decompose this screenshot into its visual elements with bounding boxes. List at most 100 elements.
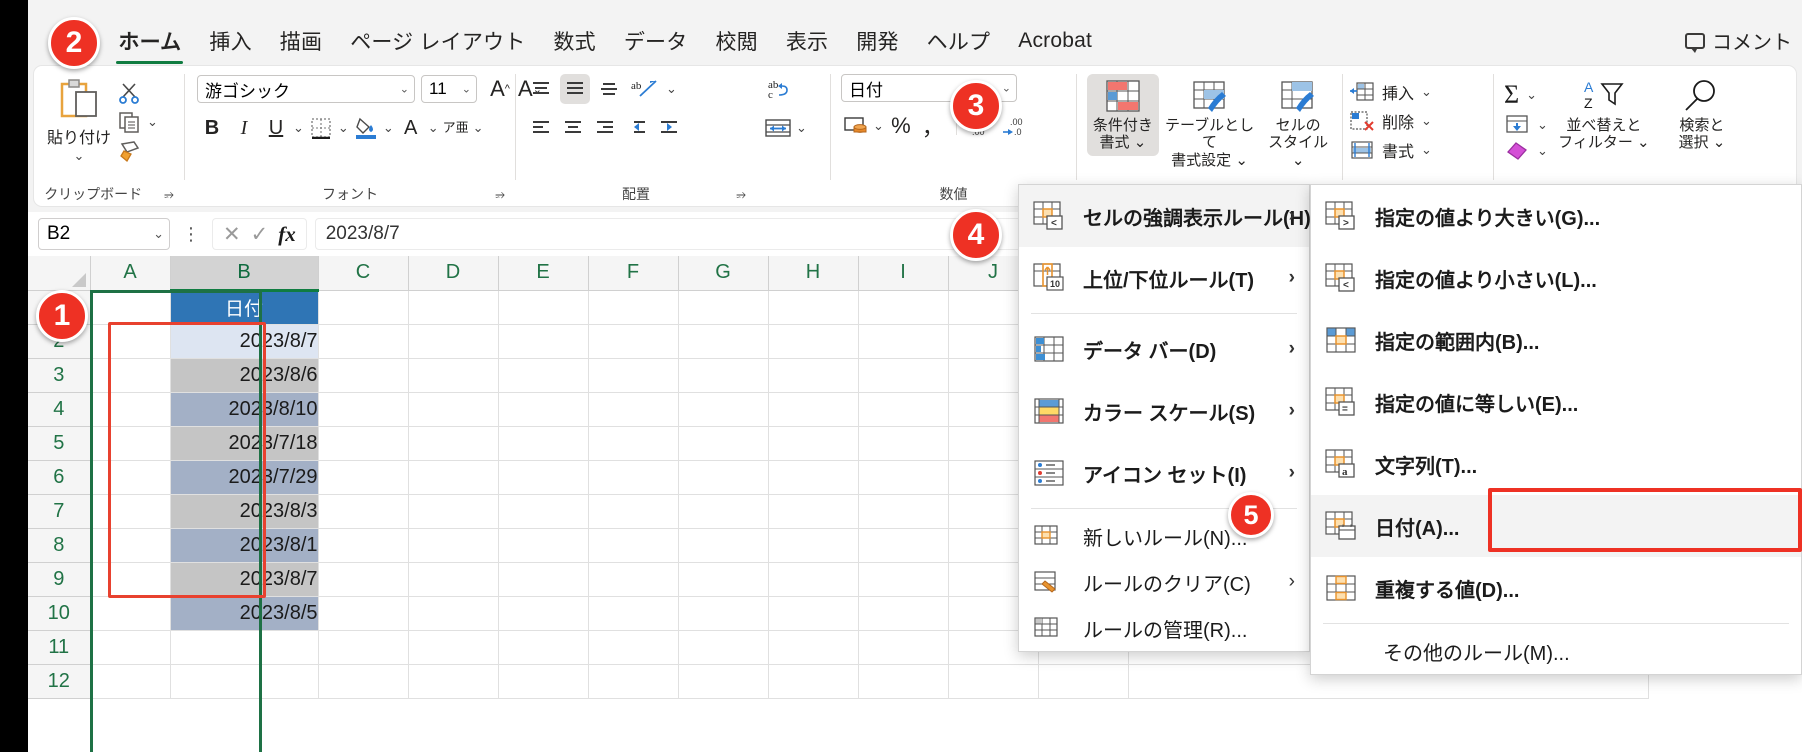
cell-I2[interactable] bbox=[858, 324, 949, 359]
cell-B9[interactable]: 2023/8/7 bbox=[170, 562, 319, 597]
menu-item-equal-to[interactable]: = 指定の値に等しい(E)... bbox=[1311, 371, 1801, 433]
cell-B4[interactable]: 2023/8/10 bbox=[170, 392, 319, 427]
clear-chevron-down-icon[interactable]: ⌄ bbox=[1537, 143, 1548, 159]
cell-C7[interactable] bbox=[318, 494, 409, 529]
cell-H6[interactable] bbox=[768, 460, 859, 495]
cell-C1[interactable] bbox=[318, 290, 409, 325]
enter-formula-icon[interactable]: ✓ bbox=[251, 222, 269, 247]
paste-chevron-down-icon[interactable]: ⌄ bbox=[74, 148, 85, 164]
cut-button[interactable] bbox=[118, 82, 158, 104]
menu-item-highlight-cells-rules[interactable]: < セルの強調表示ルール(H) › bbox=[1019, 185, 1311, 247]
tab-home[interactable]: ホーム bbox=[104, 22, 195, 64]
cell-F4[interactable] bbox=[588, 392, 679, 427]
cell-H10[interactable] bbox=[768, 596, 859, 631]
cell-F11[interactable] bbox=[588, 630, 679, 665]
cell-A1[interactable] bbox=[90, 290, 171, 325]
cell-D9[interactable] bbox=[408, 562, 499, 597]
cell-C2[interactable] bbox=[318, 324, 409, 359]
decrease-decimal-button[interactable]: .00 .0 bbox=[999, 111, 1031, 141]
cell-F8[interactable] bbox=[588, 528, 679, 563]
cell-A11[interactable] bbox=[90, 630, 171, 665]
cell-C10[interactable] bbox=[318, 596, 409, 631]
cell-A5[interactable] bbox=[90, 426, 171, 461]
cell-A12[interactable] bbox=[90, 664, 171, 699]
cell-E12[interactable] bbox=[498, 664, 589, 699]
cell-B2[interactable]: 2023/8/7 bbox=[170, 324, 319, 359]
row-header-4[interactable]: 4 bbox=[28, 392, 91, 427]
cell-I1[interactable] bbox=[858, 290, 949, 325]
format-as-table-button[interactable]: テーブルとして 書式設定 ⌄ bbox=[1165, 74, 1254, 169]
cell-G3[interactable] bbox=[678, 358, 769, 393]
insert-cells-button[interactable]: 挿入 ⌄ bbox=[1349, 80, 1432, 104]
tab-view[interactable]: 表示 bbox=[772, 22, 842, 62]
format-cells-button[interactable]: 書式 ⌄ bbox=[1349, 138, 1432, 162]
font-name-chevron-down-icon[interactable]: ⌄ bbox=[400, 83, 409, 96]
cell-C6[interactable] bbox=[318, 460, 409, 495]
cell-C9[interactable] bbox=[318, 562, 409, 597]
cell-F1[interactable] bbox=[588, 290, 679, 325]
cell-H8[interactable] bbox=[768, 528, 859, 563]
cell-E6[interactable] bbox=[498, 460, 589, 495]
cell-I8[interactable] bbox=[858, 528, 949, 563]
cell-I4[interactable] bbox=[858, 392, 949, 427]
row-header-8[interactable]: 8 bbox=[28, 528, 91, 563]
menu-item-duplicate-values[interactable]: 重複する値(D)... bbox=[1311, 557, 1801, 619]
cell-B6[interactable]: 2023/7/29 bbox=[170, 460, 319, 495]
cell-H5[interactable] bbox=[768, 426, 859, 461]
cell-E11[interactable] bbox=[498, 630, 589, 665]
cell-A10[interactable] bbox=[90, 596, 171, 631]
cell-H7[interactable] bbox=[768, 494, 859, 529]
phonetic-guide-button[interactable]: ア亜 bbox=[441, 113, 471, 143]
fill-button[interactable]: ⌄ bbox=[1504, 114, 1548, 136]
column-header-G[interactable]: G bbox=[678, 256, 769, 291]
orientation-chevron-down-icon[interactable]: ⌄ bbox=[666, 81, 677, 97]
comma-style-button[interactable]: ， bbox=[918, 111, 948, 141]
tab-acrobat[interactable]: Acrobat bbox=[1004, 25, 1106, 59]
menu-item-greater-than[interactable]: > 指定の値より大きい(G)... bbox=[1311, 185, 1801, 247]
font-size-input[interactable]: 11 ⌄ bbox=[421, 75, 477, 103]
cell-H2[interactable] bbox=[768, 324, 859, 359]
cell-D5[interactable] bbox=[408, 426, 499, 461]
accounting-chevron-down-icon[interactable]: ⌄ bbox=[873, 118, 884, 134]
cell-G1[interactable] bbox=[678, 290, 769, 325]
cell-A6[interactable] bbox=[90, 460, 171, 495]
row-header-10[interactable]: 10 bbox=[28, 596, 91, 631]
row-header-6[interactable]: 6 bbox=[28, 460, 91, 495]
cancel-formula-icon[interactable]: ✕ bbox=[223, 222, 241, 247]
tab-review[interactable]: 校閲 bbox=[701, 22, 771, 62]
cell-A7[interactable] bbox=[90, 494, 171, 529]
cell-G12[interactable] bbox=[678, 664, 769, 699]
underline-chevron-down-icon[interactable]: ⌄ bbox=[293, 120, 304, 136]
cell-E9[interactable] bbox=[498, 562, 589, 597]
font-name-input[interactable]: 游ゴシック ⌄ bbox=[197, 75, 415, 103]
cell-G10[interactable] bbox=[678, 596, 769, 631]
delete-chevron-down-icon[interactable]: ⌄ bbox=[1421, 113, 1432, 129]
cell-C12[interactable] bbox=[318, 664, 409, 699]
cell-C5[interactable] bbox=[318, 426, 409, 461]
cell-D3[interactable] bbox=[408, 358, 499, 393]
cell-A8[interactable] bbox=[90, 528, 171, 563]
row-header-11[interactable]: 11 bbox=[28, 630, 91, 665]
cell-K12[interactable] bbox=[1038, 664, 1129, 699]
cell-C8[interactable] bbox=[318, 528, 409, 563]
format-painter-button[interactable] bbox=[118, 140, 158, 162]
cell-B3[interactable]: 2023/8/6 bbox=[170, 358, 319, 393]
name-box[interactable]: B2 ⌄ bbox=[38, 218, 170, 250]
menu-item-between[interactable]: 指定の範囲内(B)... bbox=[1311, 309, 1801, 371]
cell-D11[interactable] bbox=[408, 630, 499, 665]
cell-A9[interactable] bbox=[90, 562, 171, 597]
column-header-F[interactable]: F bbox=[588, 256, 679, 291]
cell-H1[interactable] bbox=[768, 290, 859, 325]
cell-F7[interactable] bbox=[588, 494, 679, 529]
row-header-12[interactable]: 12 bbox=[28, 664, 91, 699]
cell-B12[interactable] bbox=[170, 664, 319, 699]
column-header-E[interactable]: E bbox=[498, 256, 589, 291]
copy-button[interactable]: ⌄ bbox=[118, 111, 158, 133]
sf-chevron-down-icon[interactable]: ⌄ bbox=[1637, 134, 1650, 151]
cell-G8[interactable] bbox=[678, 528, 769, 563]
clipboard-dialog-launcher-icon[interactable]: ⭌ bbox=[164, 182, 174, 206]
menu-item-text-that-contains[interactable]: a 文字列(T)... bbox=[1311, 433, 1801, 495]
cell-styles-button[interactable]: セルの スタイル ⌄ bbox=[1260, 74, 1336, 169]
cell-J12[interactable] bbox=[948, 664, 1039, 699]
cell-D6[interactable] bbox=[408, 460, 499, 495]
